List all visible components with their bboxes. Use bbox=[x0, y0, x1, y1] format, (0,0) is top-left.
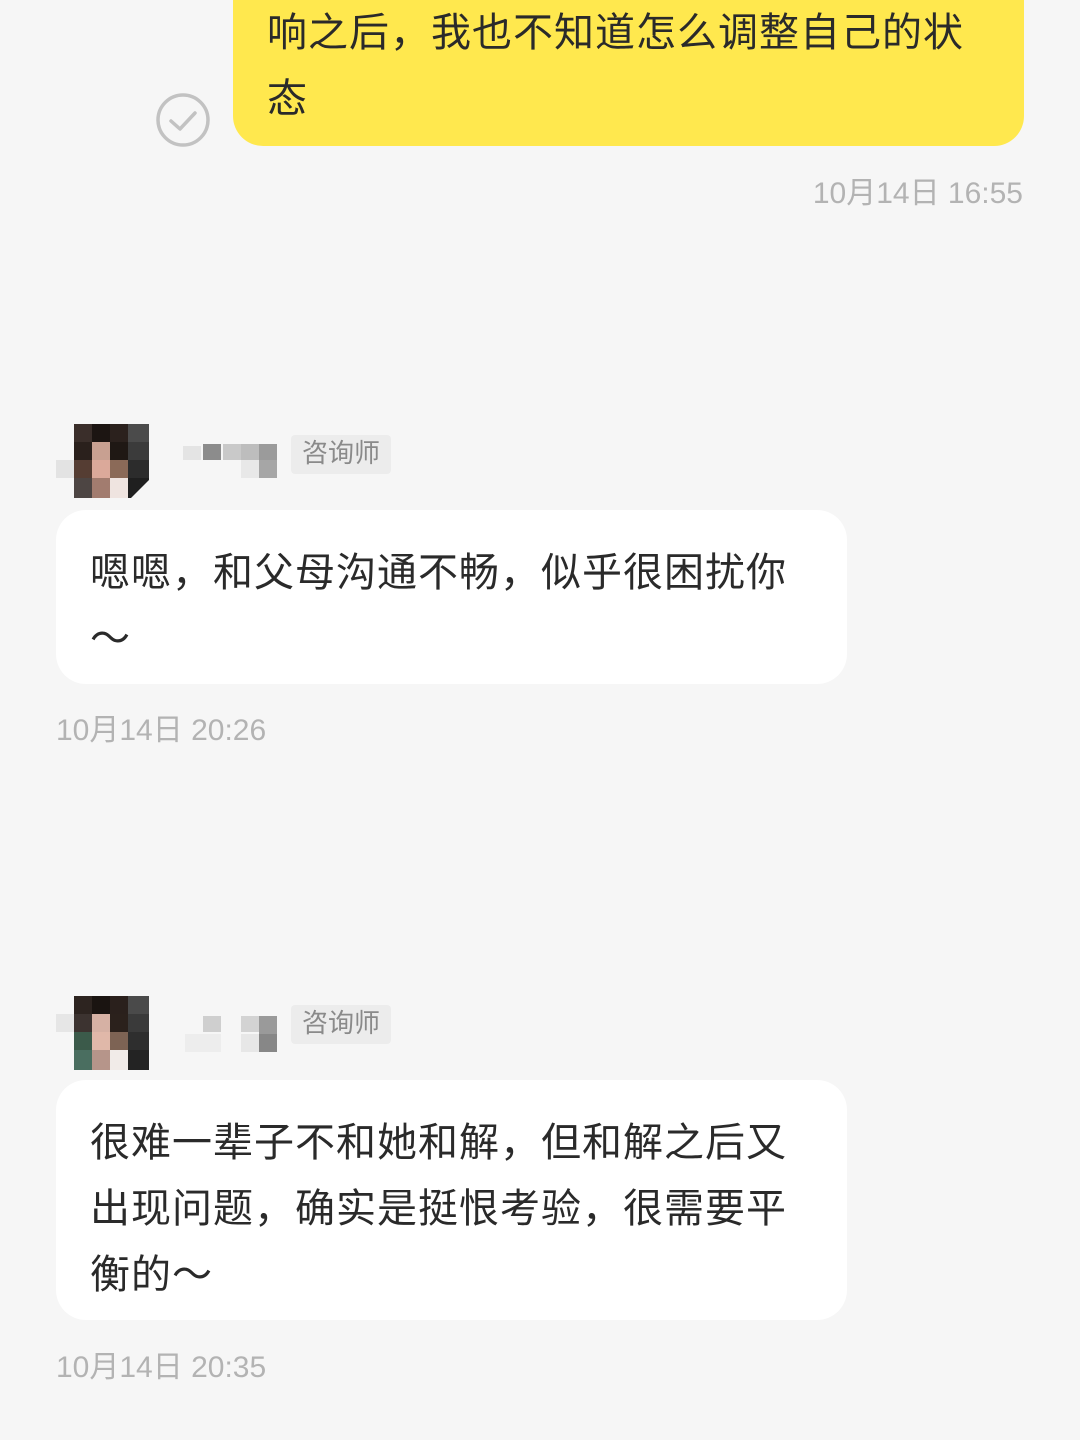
outgoing-message-time: 10月14日 16:55 bbox=[812, 177, 1023, 210]
counselor-role-badge: 咨询师 bbox=[291, 435, 392, 474]
check-circle-icon bbox=[155, 92, 211, 148]
counselor-name-blurred bbox=[183, 440, 279, 484]
incoming-message-text: 很难一辈子不和她和解，但和解之后又出现问题，确实是挺恨考验，很需要平衡的～ bbox=[90, 1120, 787, 1298]
counselor-avatar[interactable] bbox=[56, 424, 149, 498]
counselor-role-badge: 咨询师 bbox=[291, 1005, 392, 1044]
incoming-message-text: 嗯嗯，和父母沟通不畅，似乎很困扰你～ bbox=[90, 550, 787, 662]
chat-screen: 响之后，我也不知道怎么调整自己的状态 10月14日 16:55 咨询师 嗯嗯，和… bbox=[0, 0, 1080, 1440]
incoming-message-time: 10月14日 20:26 bbox=[56, 714, 267, 747]
outgoing-message-bubble[interactable]: 响之后，我也不知道怎么调整自己的状态 bbox=[233, 0, 1024, 146]
counselor-avatar[interactable] bbox=[56, 996, 149, 1070]
incoming-message-time: 10月14日 20:35 bbox=[56, 1351, 267, 1384]
counselor-name-blurred bbox=[183, 1010, 279, 1058]
incoming-message-bubble[interactable]: 很难一辈子不和她和解，但和解之后又出现问题，确实是挺恨考验，很需要平衡的～ bbox=[56, 1080, 847, 1320]
incoming-message-bubble[interactable]: 嗯嗯，和父母沟通不畅，似乎很困扰你～ bbox=[56, 510, 847, 684]
outgoing-message-text: 响之后，我也不知道怎么调整自己的状态 bbox=[267, 10, 964, 122]
